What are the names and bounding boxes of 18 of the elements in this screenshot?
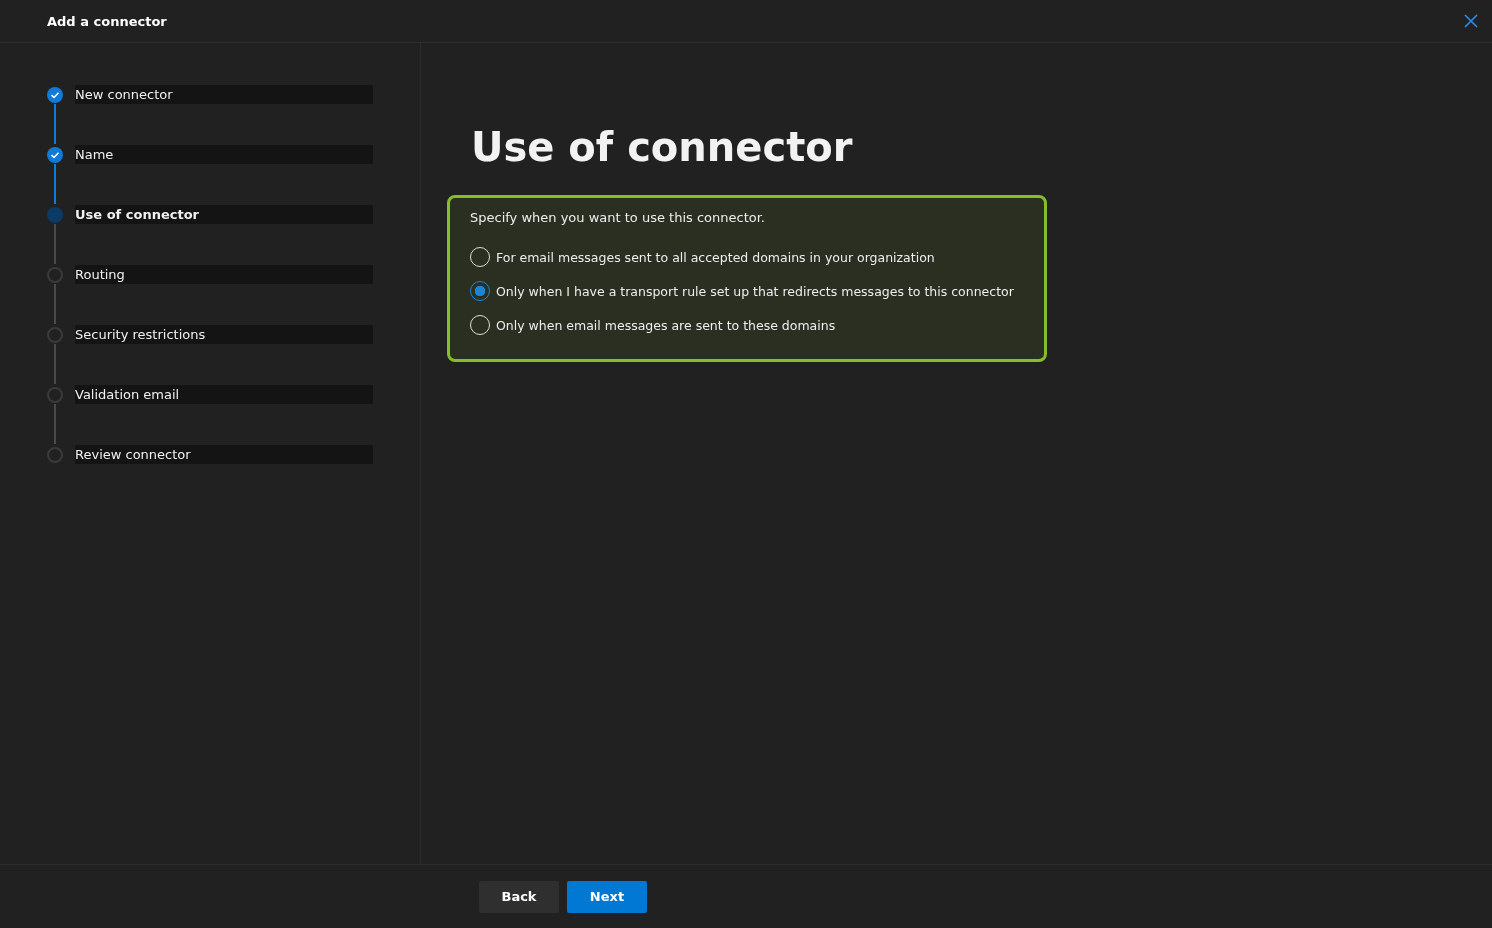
page-heading: Use of connector: [471, 123, 854, 171]
step-label[interactable]: Security restrictions: [75, 325, 373, 344]
panel-title: Add a connector: [47, 13, 167, 29]
close-button[interactable]: [1464, 14, 1478, 28]
radio-option[interactable]: Only when I have a transport rule set up that redirects messages to this connector: [470, 281, 1036, 301]
step-label[interactable]: Validation email: [75, 385, 373, 404]
back-button[interactable]: Back: [479, 880, 559, 913]
step-label[interactable]: Routing: [75, 265, 373, 284]
prompt-text: Specify when you want to use this connector.: [470, 210, 766, 225]
radio-button[interactable]: [470, 281, 490, 301]
radio-option[interactable]: For email messages sent to all accepted domains in your organization: [470, 247, 1036, 267]
next-button[interactable]: Next: [567, 880, 647, 913]
radio-option[interactable]: Only when email messages are sent to these domains: [470, 315, 1036, 335]
step-label[interactable]: Review connector: [75, 445, 373, 464]
step-label[interactable]: Use of connector: [75, 205, 373, 224]
close-icon: [1464, 14, 1478, 28]
step-label[interactable]: Name: [75, 145, 373, 164]
step-label[interactable]: New connector: [75, 85, 373, 104]
